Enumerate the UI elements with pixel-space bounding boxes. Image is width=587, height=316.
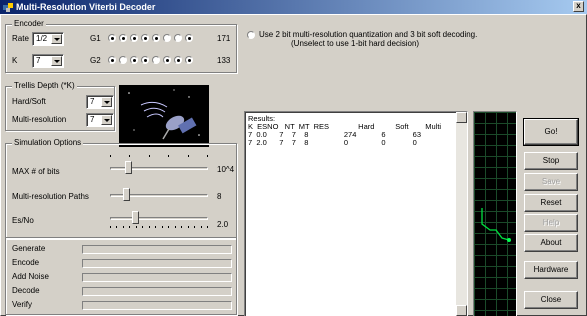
progress-label-decode: Decode <box>12 286 40 295</box>
k-select-value: 7 <box>36 56 41 65</box>
g1-label: G1 <box>90 34 101 43</box>
go-button[interactable]: Go! <box>523 118 579 146</box>
rate-select[interactable]: 1/2 <box>32 32 64 46</box>
progress-label-add-noise: Add Noise <box>12 272 49 281</box>
g2-bits <box>108 56 195 64</box>
progress-label-verify: Verify <box>12 300 33 309</box>
esno-ticks <box>110 226 208 229</box>
results-line: 7 2.0 7 7 8 0 0 0 <box>248 138 417 147</box>
progress-bar-verify <box>82 301 232 310</box>
hard-soft-select[interactable]: 7 <box>86 95 114 109</box>
k-label: K <box>12 56 18 65</box>
encoder-group-title: Encoder <box>12 19 46 29</box>
multires-quantization-radio[interactable] <box>247 31 255 39</box>
max-bits-slider[interactable] <box>110 161 208 175</box>
max-bits-slider-thumb[interactable] <box>125 161 132 174</box>
multires-option-subtext: (Unselect to use 1-bit hard decision) <box>291 39 420 48</box>
max-bits-label: MAX # of bits <box>12 167 60 176</box>
window-title: Multi-Resolution Viterbi Decoder <box>16 2 156 12</box>
close-button[interactable]: Close <box>524 291 578 309</box>
multires-depth-label: Multi-resolution <box>12 115 67 124</box>
reset-button[interactable]: Reset <box>524 194 578 212</box>
results-textarea[interactable]: Results: K ESNO NT MT RES Hard Soft Multi… <box>244 111 468 316</box>
g2-bit-3-radio[interactable] <box>141 56 149 64</box>
g2-label: G2 <box>90 56 101 65</box>
g2-bit-6-radio[interactable] <box>174 56 182 64</box>
close-window-button[interactable]: x <box>573 1 584 12</box>
progress-bar-add-noise <box>82 273 232 282</box>
multires-depth-value: 7 <box>90 115 95 124</box>
progress-label-encode: Encode <box>12 258 40 267</box>
rate-select-value: 1/2 <box>36 34 48 43</box>
k-select[interactable]: 7 <box>32 54 64 68</box>
rate-label: Rate <box>12 34 29 43</box>
trellis-group: Trellis Depth (*K) Hard/Soft 7 Multi-res… <box>5 81 115 131</box>
hard-soft-label: Hard/Soft <box>12 97 46 106</box>
encoder-group: Encoder Rate 1/2 G1 171 K 7 G2 133 <box>5 19 237 73</box>
chevron-down-icon[interactable] <box>101 97 112 107</box>
paths-label: Multi-resolution Paths <box>12 192 89 201</box>
progress-bar-decode <box>82 287 232 296</box>
g2-bit-0-radio[interactable] <box>108 56 116 64</box>
g2-bit-2-radio[interactable] <box>130 56 138 64</box>
about-button[interactable]: About <box>524 234 578 252</box>
paths-value: 8 <box>217 192 222 201</box>
g1-bit-1-radio[interactable] <box>119 34 127 42</box>
progress-label-generate: Generate <box>12 244 46 253</box>
multires-depth-select[interactable]: 7 <box>86 113 114 127</box>
trellis-group-title: Trellis Depth (*K) <box>12 81 77 91</box>
chevron-down-icon[interactable] <box>101 115 112 125</box>
stop-button[interactable]: Stop <box>524 152 578 170</box>
title-bar: Multi-Resolution Viterbi Decoder x <box>0 0 587 14</box>
scroll-down-button[interactable] <box>456 305 467 316</box>
g1-bit-3-radio[interactable] <box>141 34 149 42</box>
g1-bit-4-radio[interactable] <box>152 34 160 42</box>
chevron-down-icon[interactable] <box>51 34 62 44</box>
scope-trace <box>481 208 510 241</box>
max-bits-ticks <box>110 155 208 158</box>
g2-bit-4-radio[interactable] <box>152 56 160 64</box>
hardware-button[interactable]: Hardware <box>524 261 578 279</box>
g1-bit-2-radio[interactable] <box>130 34 138 42</box>
progress-group: Generate Encode Add Noise Decode Verify <box>5 237 237 315</box>
simulation-group: Simulation Options MAX # of bits 10^4 Mu… <box>5 138 237 239</box>
g2-bit-1-radio[interactable] <box>119 56 127 64</box>
paths-slider[interactable] <box>110 188 208 202</box>
esno-label: Es/No <box>12 216 34 225</box>
g2-bit-5-radio[interactable] <box>163 56 171 64</box>
help-button[interactable]: Help <box>524 214 578 232</box>
g1-bit-5-radio[interactable] <box>163 34 171 42</box>
max-bits-value: 10^4 <box>217 165 235 174</box>
app-icon <box>3 3 13 12</box>
g2-bit-7-radio[interactable] <box>185 56 193 64</box>
simulation-group-title: Simulation Options <box>12 138 84 148</box>
main-window: Encoder Rate 1/2 G1 171 K 7 G2 133 Use 2… <box>0 14 587 316</box>
progress-bar-generate <box>82 245 232 254</box>
g1-bit-6-radio[interactable] <box>174 34 182 42</box>
save-button[interactable]: Save <box>524 173 578 191</box>
satellite-image <box>119 85 209 147</box>
esno-value: 2.0 <box>217 220 229 229</box>
g2-value: 133 <box>217 56 231 65</box>
hard-soft-value: 7 <box>90 97 95 106</box>
chevron-down-icon[interactable] <box>51 56 62 66</box>
signal-scope <box>473 111 517 316</box>
paths-slider-thumb[interactable] <box>123 188 130 201</box>
scope-marker <box>507 238 511 242</box>
g1-value: 171 <box>217 34 231 43</box>
progress-bar-encode <box>82 259 232 268</box>
esno-slider-thumb[interactable] <box>132 211 139 224</box>
g1-bit-0-radio[interactable] <box>108 34 116 42</box>
results-scrollbar[interactable] <box>456 112 467 316</box>
g1-bit-7-radio[interactable] <box>185 34 193 42</box>
esno-slider[interactable] <box>110 211 208 225</box>
scroll-up-button[interactable] <box>456 112 467 123</box>
g1-bits <box>108 34 195 42</box>
